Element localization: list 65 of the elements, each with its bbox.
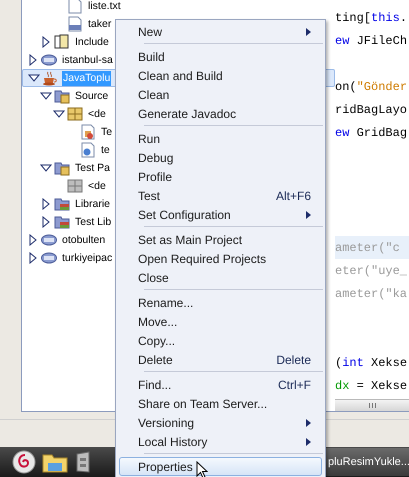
- menu-item[interactable]: Profile: [119, 167, 322, 186]
- mouse-cursor-icon: [196, 461, 208, 477]
- menu-item[interactable]: Run: [119, 129, 322, 148]
- tree-item[interactable]: te: [100, 142, 111, 158]
- folder-books-icon: [54, 196, 70, 212]
- menu-item[interactable]: Properties: [119, 457, 322, 476]
- package-icon: [67, 178, 83, 194]
- menu-item[interactable]: Find... Ctrl+F: [119, 375, 322, 394]
- taskbar-window-button[interactable]: pluResimYukle...: [325, 448, 409, 476]
- php-logo-icon: [41, 250, 57, 266]
- menu-item[interactable]: Copy...: [119, 331, 322, 350]
- java-document-icon: [80, 142, 96, 158]
- php-document-icon: [67, 16, 83, 32]
- menu-item[interactable]: Clean: [119, 85, 322, 104]
- tree-item[interactable]: Te: [100, 124, 114, 140]
- menu-item[interactable]: Close: [119, 268, 322, 287]
- menu-item[interactable]: Versioning: [119, 413, 322, 432]
- menu-item[interactable]: Clean and Build: [119, 66, 322, 85]
- menu-item[interactable]: Rename...: [119, 293, 322, 312]
- tree-item[interactable]: taker: [87, 16, 112, 32]
- tree-item[interactable]: Include: [74, 34, 110, 50]
- menu-item[interactable]: Share on Team Server...: [119, 394, 322, 413]
- code-line: ew JFileCh: [335, 32, 408, 50]
- scrollbar-grip-icon: [368, 403, 376, 408]
- php-logo-icon: [41, 52, 57, 68]
- menu-item[interactable]: Open Required Projects: [119, 249, 322, 268]
- tree-item[interactable]: Source: [74, 88, 110, 104]
- menu-item[interactable]: New: [119, 22, 322, 41]
- code-line: ew GridBag: [335, 124, 408, 142]
- tree-item[interactable]: liste.txt: [87, 0, 122, 14]
- code-line: (int Xekse: [335, 354, 408, 372]
- tree-item[interactable]: Test Lib: [74, 214, 112, 230]
- code-line: ridBagLayo: [335, 102, 408, 118]
- php-logo-icon: [41, 232, 57, 248]
- folder-package-icon: [54, 88, 70, 104]
- menu-item[interactable]: Local History: [119, 432, 322, 451]
- menu-item[interactable]: Build: [119, 47, 322, 66]
- stacked-pages-icon: [54, 34, 70, 50]
- tree-item[interactable]: Test Pa: [74, 160, 112, 176]
- tree-item[interactable]: <de: [87, 106, 107, 122]
- package-icon: [67, 106, 83, 122]
- menu-item[interactable]: Generate Javadoc: [119, 104, 322, 123]
- code-line: dx = Xekse: [335, 378, 408, 394]
- folder-package-icon: [54, 160, 70, 176]
- horizontal-scrollbar[interactable]: [335, 399, 409, 411]
- form-document-icon: [80, 124, 96, 140]
- tree-item[interactable]: otobulten: [61, 232, 106, 248]
- menu-item[interactable]: Delete Delete: [119, 350, 322, 369]
- tree-item[interactable]: turkiyeipac: [61, 250, 114, 266]
- tree-item[interactable]: <de: [87, 178, 107, 194]
- swirl-logo-icon: [12, 450, 36, 474]
- menu-item[interactable]: Set as Main Project: [119, 230, 322, 249]
- menu-item[interactable]: Move...: [119, 312, 322, 331]
- tree-item[interactable]: Librarie: [74, 196, 112, 212]
- menu-item[interactable]: Test Alt+F6: [119, 186, 322, 205]
- code-line: ting[this.: [335, 10, 408, 26]
- code-line: eter("uye_: [335, 262, 408, 280]
- code-line: on("Gönder: [335, 78, 408, 96]
- code-line: ameter("c: [335, 240, 400, 256]
- code-line: ameter("ka: [335, 286, 408, 302]
- folder-books-icon: [54, 214, 70, 230]
- coffee-cup-icon: [42, 70, 58, 86]
- menu-item[interactable]: Debug: [119, 148, 322, 167]
- menu-item[interactable]: Set Configuration: [119, 205, 322, 224]
- tree-item[interactable]: istanbul-sa: [61, 52, 114, 68]
